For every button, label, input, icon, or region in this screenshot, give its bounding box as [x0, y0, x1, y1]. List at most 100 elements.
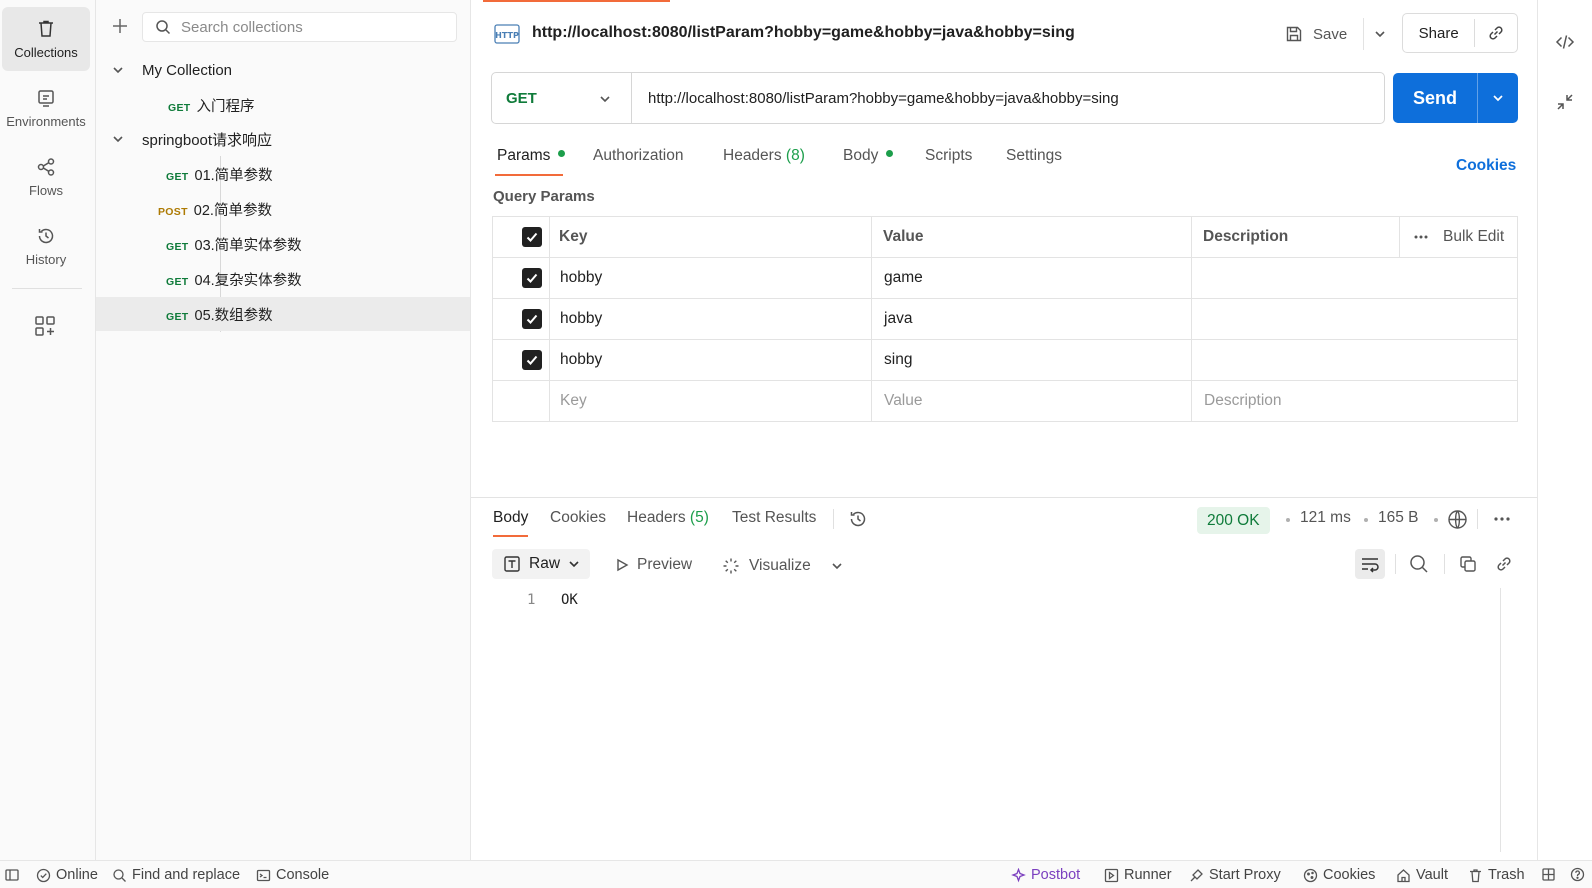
rail-history[interactable]: History: [2, 214, 90, 278]
visualize-button[interactable]: Visualize: [721, 556, 811, 576]
search-input[interactable]: [181, 18, 441, 36]
rail-collections[interactable]: Collections: [2, 7, 90, 71]
param-value[interactable]: sing: [884, 340, 912, 380]
history-icon: [38, 228, 54, 243]
request-name: 02.简单参数: [193, 202, 272, 219]
send-options-button[interactable]: [1477, 73, 1518, 123]
request-title[interactable]: http://localhost:8080/listParam?hobby=ga…: [532, 24, 1075, 42]
param-key[interactable]: hobby: [560, 299, 602, 339]
response-time[interactable]: 121 ms: [1300, 509, 1351, 527]
preview-button[interactable]: Preview: [615, 556, 692, 574]
resp-tab-body[interactable]: Body: [493, 509, 528, 527]
request-item-selected[interactable]: GET 05.数组参数: [96, 297, 470, 331]
tab-scripts[interactable]: Scripts: [925, 147, 972, 165]
vault-button[interactable]: Vault: [1396, 867, 1448, 883]
body-dot: [886, 150, 894, 158]
tab-settings[interactable]: Settings: [1006, 147, 1062, 165]
toggle-sidebar-button[interactable]: [4, 867, 25, 883]
line-number: 1: [527, 592, 536, 608]
param-value[interactable]: game: [884, 258, 923, 298]
new-description-field[interactable]: Description: [1204, 381, 1282, 421]
params-tab-underline: [495, 174, 563, 176]
wrap-lines-button[interactable]: [1355, 549, 1385, 579]
status-badge[interactable]: 200 OK: [1197, 507, 1270, 534]
response-scrollbar[interactable]: [1500, 588, 1518, 852]
select-all-checkbox[interactable]: [522, 217, 542, 257]
console-button[interactable]: Console: [256, 867, 329, 883]
vault-icon: [1397, 868, 1410, 882]
collection-name: My Collection: [142, 61, 233, 79]
request-item[interactable]: GET 04.复杂实体参数: [96, 262, 470, 296]
save-options-button[interactable]: [1363, 18, 1395, 50]
tab-authorization[interactable]: Authorization: [593, 147, 683, 165]
rail-environments[interactable]: Environments: [2, 76, 90, 140]
row-checkbox[interactable]: [522, 340, 542, 380]
response-body-text[interactable]: OK: [561, 592, 578, 608]
copy-response-button[interactable]: [1453, 549, 1483, 579]
param-key[interactable]: hobby: [560, 340, 602, 380]
param-key[interactable]: hobby: [560, 258, 602, 298]
cookies-link[interactable]: Cookies: [1456, 157, 1516, 175]
collection-my-collection[interactable]: My Collection: [96, 53, 470, 87]
collection-springboot[interactable]: springboot请求响应: [96, 122, 470, 156]
request-item[interactable]: POST 02.简单参数: [96, 192, 470, 226]
new-value-field[interactable]: Value: [884, 381, 923, 421]
response-history-button[interactable]: [848, 509, 868, 529]
new-key-field[interactable]: Key: [560, 381, 587, 421]
format-select[interactable]: Raw: [492, 549, 590, 579]
request-item[interactable]: GET 03.简单实体参数: [96, 227, 470, 261]
send-button[interactable]: Send: [1393, 88, 1477, 109]
meta-separator: [1434, 518, 1438, 522]
row-checkbox[interactable]: [522, 299, 542, 339]
response-divider[interactable]: [471, 497, 1537, 498]
method-select[interactable]: GET: [492, 73, 632, 123]
layout-button[interactable]: [1541, 867, 1561, 882]
search-response-button[interactable]: [1404, 549, 1434, 579]
code-snippet-button[interactable]: [1555, 32, 1575, 52]
cookie-icon: [1303, 868, 1318, 882]
new-collection-button[interactable]: [110, 16, 130, 36]
cookies-button[interactable]: Cookies: [1303, 867, 1375, 883]
start-proxy-button[interactable]: Start Proxy: [1189, 867, 1281, 883]
response-size[interactable]: 165 B: [1378, 509, 1419, 527]
visualize-options-button[interactable]: [831, 560, 843, 572]
search-box[interactable]: [142, 12, 457, 42]
request-item[interactable]: GET 入门程序: [96, 88, 470, 122]
help-button[interactable]: [1570, 867, 1590, 882]
svg-text:HTTP: HTTP: [495, 31, 519, 40]
share-response-link-button[interactable]: [1489, 549, 1519, 579]
rail-flows[interactable]: Flows: [2, 145, 90, 209]
rail-add-workbench[interactable]: [34, 315, 56, 337]
postbot-button[interactable]: Postbot: [1011, 867, 1080, 883]
network-info-button[interactable]: [1447, 509, 1468, 530]
tab-params[interactable]: Params: [497, 147, 566, 165]
find-replace-button[interactable]: Find and replace: [112, 867, 240, 883]
online-status[interactable]: Online: [36, 867, 98, 883]
console-icon: [256, 869, 271, 881]
left-rail: Collections Environments Flows History: [0, 0, 96, 860]
share-button[interactable]: Share: [1403, 25, 1474, 42]
bulk-edit-button[interactable]: Bulk Edit: [1413, 217, 1504, 257]
param-value[interactable]: java: [884, 299, 912, 339]
collapse-panel-button[interactable]: [1555, 92, 1575, 112]
url-input[interactable]: [648, 89, 1368, 107]
tab-headers[interactable]: Headers (8): [723, 147, 805, 165]
method-tag: POST: [158, 205, 188, 218]
response-more-button[interactable]: [1493, 516, 1511, 522]
postman-app: Collections Environments Flows History S…: [0, 0, 1592, 888]
resp-tab-test-results[interactable]: Test Results: [732, 509, 816, 527]
tab-body[interactable]: Body: [843, 147, 894, 165]
trash-button[interactable]: Trash: [1468, 867, 1525, 883]
runner-button[interactable]: Runner: [1104, 867, 1172, 883]
save-button[interactable]: Save: [1285, 18, 1347, 50]
resp-tab-cookies[interactable]: Cookies: [550, 509, 606, 527]
online-label: Online: [56, 867, 98, 883]
resp-tab-headers[interactable]: Headers (5): [627, 509, 709, 527]
copy-link-button[interactable]: [1474, 19, 1517, 47]
tab-params-label: Params: [497, 147, 551, 164]
active-tab-indicator: [483, 0, 670, 2]
request-item[interactable]: GET 01.简单参数: [96, 157, 470, 191]
row-checkbox[interactable]: [522, 258, 542, 298]
method-tag: GET: [166, 170, 189, 183]
bulk-edit-label: Bulk Edit: [1443, 228, 1505, 245]
